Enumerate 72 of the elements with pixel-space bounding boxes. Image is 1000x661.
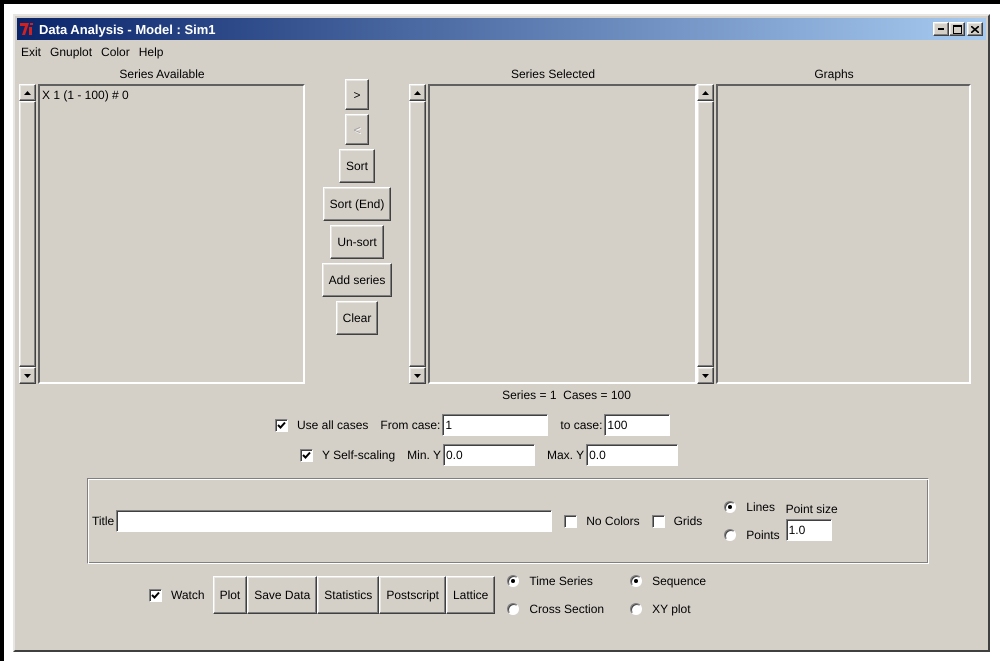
menu-item[interactable]: Exit	[21, 45, 42, 59]
window-title: Data Analysis - Model : Sim1	[39, 22, 217, 36]
menu-item[interactable]: Gnuplot	[50, 45, 92, 59]
down-arrow-icon	[24, 374, 31, 378]
up-arrow-icon	[414, 90, 421, 94]
app-icon	[20, 22, 36, 36]
checkbox[interactable]	[149, 588, 162, 602]
radio-label: Time Series	[529, 574, 593, 588]
close-icon	[971, 26, 979, 32]
radio-button[interactable]	[507, 575, 520, 587]
panel-header: Series Available	[119, 66, 205, 83]
minimize-button[interactable]	[933, 22, 949, 36]
checkbox-label: Use all cases	[297, 418, 368, 432]
menu-item[interactable]: Color	[101, 45, 130, 59]
status-text: Series = 1 Cases = 100	[502, 388, 631, 402]
input-field[interactable]: 1.0	[786, 518, 832, 540]
checkbox-label: No Colors	[586, 514, 640, 528]
panel-header: Graphs	[814, 66, 854, 83]
field-label: Point size	[786, 502, 838, 516]
panel-header: Series Selected	[510, 66, 596, 83]
scrollbar[interactable]	[697, 84, 714, 384]
checkbox-label: Watch	[171, 588, 205, 602]
button[interactable]: Un-sort	[330, 225, 384, 259]
up-arrow-icon	[702, 90, 709, 94]
checkbox[interactable]	[652, 514, 665, 528]
button[interactable]: Statistics	[317, 576, 380, 614]
radio-button[interactable]	[507, 603, 520, 615]
field-label: From case:	[380, 418, 440, 432]
button[interactable]: Sort	[338, 149, 375, 183]
checkbox[interactable]	[300, 448, 313, 462]
maximize-icon	[952, 24, 962, 34]
checkbox-label: Grids	[674, 514, 702, 528]
field-label: Max. Y	[546, 448, 584, 462]
button[interactable]: Postscript	[379, 576, 446, 614]
list-item[interactable]: X 1 (1 - 100) # 0	[42, 87, 301, 103]
checkbox-label: Y Self-scaling	[322, 448, 396, 462]
radio-label: Sequence	[652, 574, 706, 588]
down-arrow-icon	[414, 374, 421, 378]
button[interactable]: Save Data	[247, 576, 318, 614]
down-arrow-icon	[702, 374, 709, 378]
radio-label: Cross Section	[529, 602, 604, 616]
button[interactable]: Add series	[322, 263, 392, 297]
up-arrow-icon	[24, 90, 31, 94]
field-label: Title	[92, 514, 114, 528]
minimize-icon	[938, 28, 944, 30]
menu-item[interactable]: Help	[138, 45, 164, 59]
input-field[interactable]: 100	[604, 414, 670, 436]
close-button[interactable]	[967, 22, 983, 36]
input-field[interactable]: 0.0	[442, 444, 535, 466]
button[interactable]: Clear	[336, 301, 378, 335]
field-label: to case:	[560, 418, 602, 432]
radio-label: Points	[746, 528, 780, 542]
scrollbar[interactable]	[19, 84, 36, 384]
radio-label: Lines	[746, 500, 775, 514]
checkbox[interactable]	[564, 514, 578, 528]
button[interactable]: >	[345, 79, 369, 110]
list-box[interactable]: X 1 (1 - 100) # 0	[38, 84, 305, 384]
input-field[interactable]: 0.0	[586, 444, 678, 466]
radio-button[interactable]	[724, 529, 736, 541]
button[interactable]: Sort (End)	[322, 187, 392, 221]
checkbox[interactable]	[275, 418, 288, 432]
field-label: Min. Y	[407, 448, 441, 462]
title-field[interactable]	[116, 510, 552, 532]
radio-label: XY plot	[652, 602, 691, 616]
input-field[interactable]: 1	[442, 414, 548, 436]
button[interactable]: Plot	[212, 576, 248, 614]
radio-button[interactable]	[630, 575, 642, 587]
radio-button[interactable]	[630, 603, 642, 615]
maximize-button[interactable]	[949, 22, 965, 36]
scrollbar[interactable]	[409, 84, 426, 384]
radio-button[interactable]	[724, 501, 736, 513]
button[interactable]: Lattice	[446, 576, 496, 614]
